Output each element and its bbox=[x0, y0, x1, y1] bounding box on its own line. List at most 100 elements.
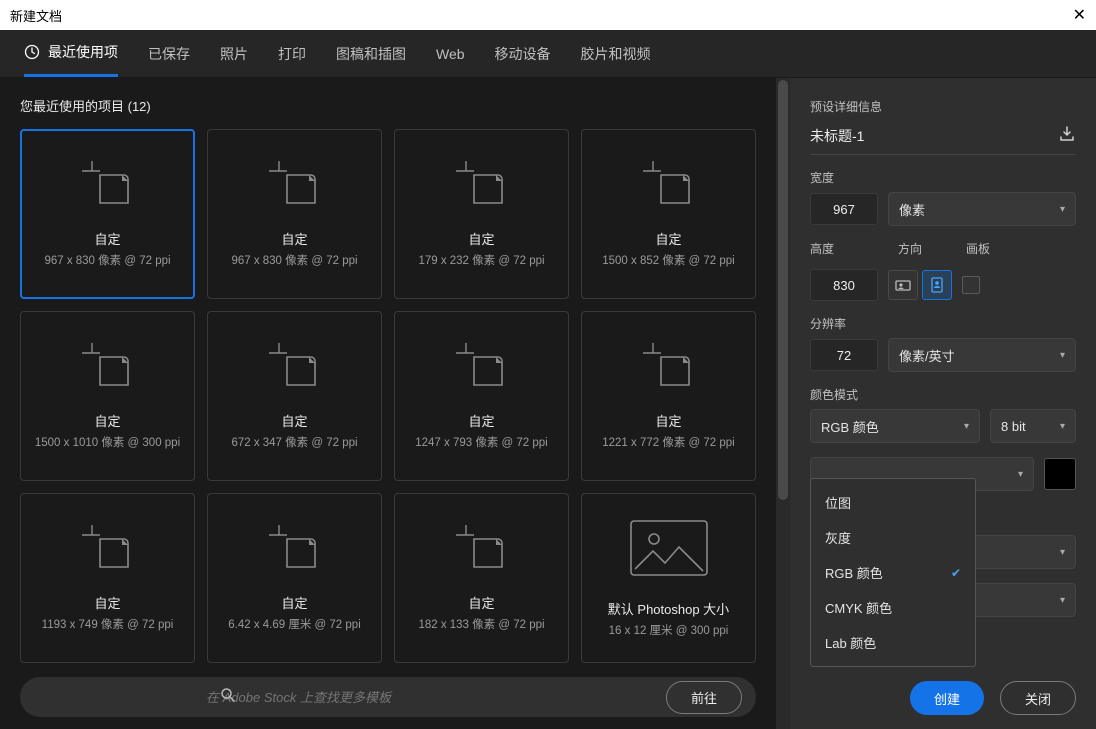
width-unit-select[interactable]: 像素▾ bbox=[888, 192, 1076, 226]
page-icon bbox=[456, 343, 508, 389]
tab-web[interactable]: Web bbox=[436, 30, 465, 77]
resolution-input[interactable] bbox=[810, 339, 878, 371]
colormode-select[interactable]: RGB 颜色▾ bbox=[810, 409, 980, 443]
colormode-option[interactable]: Lab 颜色 bbox=[811, 625, 975, 660]
image-icon bbox=[629, 519, 709, 577]
preset-label: 自定 bbox=[94, 411, 120, 430]
check-icon: ✔ bbox=[951, 566, 961, 580]
preset-sub: 672 x 347 像素 @ 72 ppi bbox=[231, 434, 357, 450]
artboard-label: 画板 bbox=[966, 240, 990, 257]
colormode-option[interactable]: 位图 bbox=[811, 485, 975, 520]
orientation-label: 方向 bbox=[898, 240, 922, 257]
clock-icon bbox=[24, 44, 40, 60]
page-icon bbox=[269, 525, 321, 571]
orientation-portrait-button[interactable] bbox=[922, 270, 952, 300]
preset-sub: 182 x 133 像素 @ 72 ppi bbox=[418, 616, 544, 632]
bitdepth-select[interactable]: 8 bit▾ bbox=[990, 409, 1076, 443]
preset-grid: 自定 967 x 830 像素 @ 72 ppi 自定 967 x 830 像素 @ … bbox=[20, 129, 756, 663]
preset-label: 自定 bbox=[655, 411, 681, 430]
preset-card[interactable]: 自定179 x 232 像素 @ 72 ppi bbox=[394, 129, 569, 299]
chevron-down-icon: ▾ bbox=[1060, 204, 1065, 215]
height-label: 高度 bbox=[810, 240, 834, 257]
preset-card[interactable]: 自定 967 x 830 像素 @ 72 ppi bbox=[207, 129, 382, 299]
chevron-down-icon: ▾ bbox=[964, 421, 969, 432]
width-input[interactable] bbox=[810, 193, 878, 225]
tab-photo[interactable]: 照片 bbox=[220, 30, 248, 77]
preset-card[interactable]: 自定 1500 x 852 像素 @ 72 ppi bbox=[581, 129, 756, 299]
chevron-down-icon: ▾ bbox=[1060, 595, 1065, 606]
tab-mobile[interactable]: 移动设备 bbox=[495, 30, 551, 77]
preset-label: 自定 bbox=[281, 229, 307, 248]
tab-print[interactable]: 打印 bbox=[278, 30, 306, 77]
close-button[interactable]: 关闭 bbox=[1000, 681, 1076, 715]
document-name[interactable]: 未标题-1 bbox=[810, 126, 864, 146]
create-button[interactable]: 创建 bbox=[910, 681, 984, 715]
page-icon bbox=[82, 343, 134, 389]
page-icon bbox=[269, 161, 321, 207]
background-swatch[interactable] bbox=[1044, 458, 1076, 490]
chevron-down-icon: ▾ bbox=[1060, 350, 1065, 361]
height-input[interactable] bbox=[810, 269, 878, 301]
preset-label: 自定 bbox=[468, 411, 494, 430]
preset-label: 默认 Photoshop 大小 bbox=[608, 599, 729, 618]
stock-search-input[interactable] bbox=[206, 690, 654, 705]
tab-illustration[interactable]: 图稿和插图 bbox=[336, 30, 406, 77]
search-icon bbox=[220, 687, 236, 708]
resolution-label: 分辨率 bbox=[810, 315, 1076, 332]
preset-sub: 6.42 x 4.69 厘米 @ 72 ppi bbox=[228, 616, 361, 632]
orientation-landscape-button[interactable] bbox=[888, 270, 918, 300]
preset-card[interactable]: 自定 1500 x 1010 像素 @ 300 ppi bbox=[20, 311, 195, 481]
page-icon bbox=[456, 161, 508, 207]
details-heading: 预设详细信息 bbox=[810, 98, 1076, 115]
preset-card[interactable]: 自定 672 x 347 像素 @ 72 ppi bbox=[207, 311, 382, 481]
tab-film[interactable]: 胶片和视频 bbox=[581, 30, 651, 77]
grid-heading: 您最近使用的项目 (12) bbox=[20, 96, 756, 115]
preset-card[interactable]: 自定 1247 x 793 像素 @ 72 ppi bbox=[394, 311, 569, 481]
titlebar: 新建文档 ✕ bbox=[0, 0, 1096, 30]
preset-sub: 16 x 12 厘米 @ 300 ppi bbox=[609, 622, 729, 638]
save-preset-icon[interactable] bbox=[1058, 125, 1076, 146]
page-icon bbox=[269, 343, 321, 389]
preset-sub: 1247 x 793 像素 @ 72 ppi bbox=[415, 434, 548, 450]
artboard-checkbox[interactable] bbox=[962, 276, 980, 294]
colormode-option[interactable]: RGB 颜色✔ bbox=[811, 555, 975, 590]
page-icon bbox=[643, 343, 695, 389]
chevron-down-icon: ▾ bbox=[1018, 469, 1023, 480]
chevron-down-icon: ▾ bbox=[1060, 547, 1065, 558]
preset-card[interactable]: 自定 967 x 830 像素 @ 72 ppi bbox=[20, 129, 195, 299]
preset-card[interactable]: 自定182 x 133 像素 @ 72 ppi bbox=[394, 493, 569, 663]
colormode-dropdown: 位图灰度RGB 颜色✔CMYK 颜色Lab 颜色 bbox=[810, 478, 976, 667]
preset-grid-panel: 您最近使用的项目 (12) 自定 967 x 830 像素 @ 72 ppi 自定 9… bbox=[0, 78, 776, 729]
preset-label: 自定 bbox=[94, 229, 120, 248]
page-icon bbox=[456, 525, 508, 571]
colormode-option[interactable]: CMYK 颜色 bbox=[811, 590, 975, 625]
preset-label: 自定 bbox=[281, 593, 307, 612]
preset-card[interactable]: 自定 6.42 x 4.69 厘米 @ 72 ppi bbox=[207, 493, 382, 663]
resolution-unit-select[interactable]: 像素/英寸▾ bbox=[888, 338, 1076, 372]
close-icon[interactable]: ✕ bbox=[1073, 5, 1086, 25]
preset-sub: 1193 x 749 像素 @ 72 ppi bbox=[42, 616, 174, 632]
window-title: 新建文档 bbox=[10, 6, 62, 25]
stock-go-button[interactable]: 前往 bbox=[666, 681, 742, 714]
colormode-label: 颜色模式 bbox=[810, 386, 1076, 403]
preset-card[interactable]: 默认 Photoshop 大小 16 x 12 厘米 @ 300 ppi bbox=[581, 493, 756, 663]
stock-search-row: 前往 bbox=[20, 677, 756, 717]
preset-sub: 967 x 830 像素 @ 72 ppi bbox=[44, 252, 170, 268]
preset-label: 自定 bbox=[94, 593, 120, 612]
tab-label: 最近使用项 bbox=[48, 42, 118, 62]
colormode-option[interactable]: 灰度 bbox=[811, 520, 975, 555]
preset-details-panel: 预设详细信息 未标题-1 宽度 像素▾ 高度 方向 画板 bbox=[790, 78, 1096, 729]
tab-recent[interactable]: 最近使用项 bbox=[24, 30, 118, 77]
chevron-down-icon: ▾ bbox=[1060, 421, 1065, 432]
preset-card[interactable]: 自定 1221 x 772 像素 @ 72 ppi bbox=[581, 311, 756, 481]
preset-label: 自定 bbox=[281, 411, 307, 430]
preset-sub: 1500 x 852 像素 @ 72 ppi bbox=[602, 252, 735, 268]
grid-scrollbar[interactable] bbox=[776, 78, 790, 729]
preset-label: 自定 bbox=[655, 229, 681, 248]
preset-sub: 1221 x 772 像素 @ 72 ppi bbox=[602, 434, 735, 450]
preset-card[interactable]: 自定 1193 x 749 像素 @ 72 ppi bbox=[20, 493, 195, 663]
preset-sub: 1500 x 1010 像素 @ 300 ppi bbox=[35, 434, 180, 450]
preset-label: 自定 bbox=[468, 229, 494, 248]
preset-sub: 967 x 830 像素 @ 72 ppi bbox=[231, 252, 357, 268]
tab-saved[interactable]: 已保存 bbox=[148, 30, 190, 77]
